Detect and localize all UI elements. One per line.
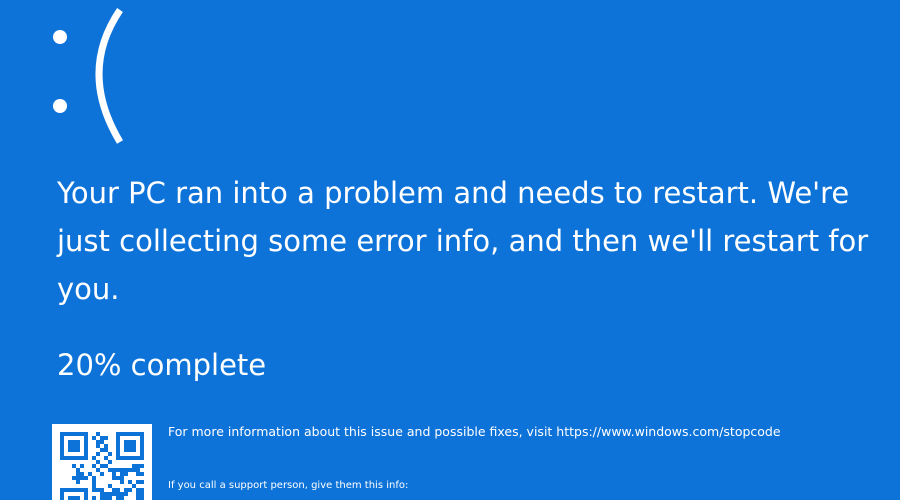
error-message: Your PC ran into a problem and needs to …: [57, 176, 869, 306]
support-info-text: If you call a support person, give them …: [168, 480, 409, 491]
more-info-text: For more information about this issue an…: [168, 424, 781, 439]
progress-text: 20% complete: [57, 348, 267, 382]
bsod-screen: Your PC ran into a problem and needs to …: [0, 0, 900, 500]
sad-face-icon: [53, 8, 124, 144]
sad-face-eye-bottom: [53, 99, 67, 113]
sad-face-eye-top: [53, 30, 67, 44]
sad-face-mouth: [95, 8, 124, 144]
qr-code-icon: [52, 424, 152, 500]
